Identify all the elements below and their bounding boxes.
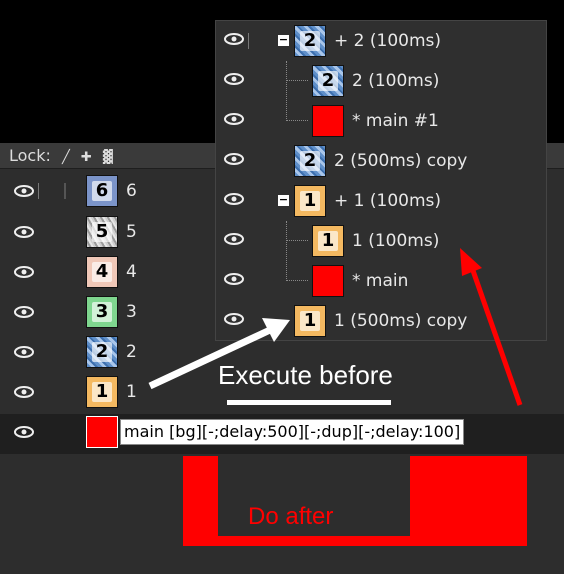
eye-icon[interactable] — [224, 152, 244, 166]
layer-thumbnail: 3 — [86, 296, 118, 328]
layer-name-edit-field[interactable]: main [bg][-;delay:500][-;dup][-;delay:10… — [120, 419, 465, 445]
frame-thumbnail: 1 — [312, 225, 344, 257]
layer-name[interactable]: 6 — [126, 181, 137, 201]
lock-label: Lock: — [9, 146, 51, 165]
frame-name[interactable]: + 1 (100ms) — [334, 191, 441, 211]
red-bracket-right — [410, 456, 527, 546]
frame-name[interactable]: 2 (100ms) — [352, 71, 439, 91]
frame-name[interactable]: * main #1 — [352, 111, 439, 131]
frame-row[interactable]: * main #1 — [216, 101, 546, 141]
red-bracket-bottom — [183, 536, 527, 546]
divider — [248, 33, 249, 49]
layer-name[interactable]: 3 — [126, 302, 137, 322]
frame-name[interactable]: 1 (100ms) — [352, 231, 439, 251]
checker-icon[interactable]: ▓ — [103, 145, 113, 171]
eye-icon[interactable] — [14, 184, 34, 198]
collapse-icon[interactable]: − — [278, 194, 289, 206]
annotation-do-after: Do after — [248, 503, 334, 530]
frame-thumbnail: 2 — [294, 25, 326, 57]
frame-thumbnail: 2 — [294, 145, 326, 177]
layer-thumbnail: 1 — [86, 376, 118, 408]
frame-row[interactable]: 1 1 (100ms) — [216, 221, 546, 261]
eye-icon[interactable] — [224, 112, 244, 126]
collapse-icon[interactable]: − — [278, 34, 289, 46]
eye-icon[interactable] — [14, 345, 34, 359]
frame-row[interactable]: 1 1 (500ms) copy — [216, 301, 546, 341]
eye-icon[interactable] — [14, 305, 34, 319]
layer-thumbnail: 6 — [86, 175, 118, 207]
eye-icon[interactable] — [224, 32, 244, 46]
frame-row[interactable]: − 2 + 2 (100ms) — [216, 21, 546, 61]
eye-icon[interactable] — [224, 72, 244, 86]
frame-row[interactable]: − 1 + 1 (100ms) — [216, 181, 546, 221]
eye-icon[interactable] — [14, 265, 34, 279]
layer-name[interactable]: 4 — [126, 262, 137, 282]
frame-thumbnail: 1 — [294, 185, 326, 217]
frame-name[interactable]: * main — [352, 271, 408, 291]
red-bracket-left — [183, 456, 218, 546]
layer-row-main[interactable]: main [bg][-;delay:500][-;dup][-;delay:10… — [0, 414, 564, 454]
layer-name[interactable]: 1 — [126, 382, 137, 402]
frame-thumbnail — [312, 105, 344, 137]
layer-name[interactable]: 2 — [126, 342, 137, 362]
frames-popup-panel: − 2 + 2 (100ms) 2 2 (100ms) * main #1 2 … — [215, 20, 547, 341]
underline-bar — [227, 400, 391, 405]
eye-icon[interactable] — [224, 192, 244, 206]
brush-icon[interactable]: ╱ — [62, 145, 70, 171]
layer-thumbnail — [86, 416, 118, 448]
frame-name[interactable]: 1 (500ms) copy — [334, 311, 467, 331]
frame-thumbnail: 1 — [294, 305, 326, 337]
frame-row[interactable]: 2 2 (100ms) — [216, 61, 546, 101]
frame-row[interactable]: * main — [216, 261, 546, 301]
eye-icon[interactable] — [14, 385, 34, 399]
frame-thumbnail — [312, 265, 344, 297]
move-icon[interactable]: ✚ — [81, 145, 92, 171]
divider — [64, 183, 66, 199]
eye-icon[interactable] — [224, 272, 244, 286]
layer-name[interactable]: 5 — [126, 222, 137, 242]
eye-icon[interactable] — [224, 312, 244, 326]
frame-row[interactable]: 2 2 (500ms) copy — [216, 141, 546, 181]
frame-thumbnail: 2 — [312, 65, 344, 97]
eye-icon[interactable] — [14, 225, 34, 239]
layer-thumbnail: 2 — [86, 336, 118, 368]
layer-thumbnail: 5 — [86, 216, 118, 248]
eye-icon[interactable] — [14, 425, 34, 439]
annotation-execute-before: Execute before — [218, 360, 393, 390]
divider — [38, 183, 39, 199]
frame-name[interactable]: + 2 (100ms) — [334, 31, 441, 51]
eye-icon[interactable] — [224, 232, 244, 246]
layer-thumbnail: 4 — [86, 256, 118, 288]
frame-name[interactable]: 2 (500ms) copy — [334, 151, 467, 171]
